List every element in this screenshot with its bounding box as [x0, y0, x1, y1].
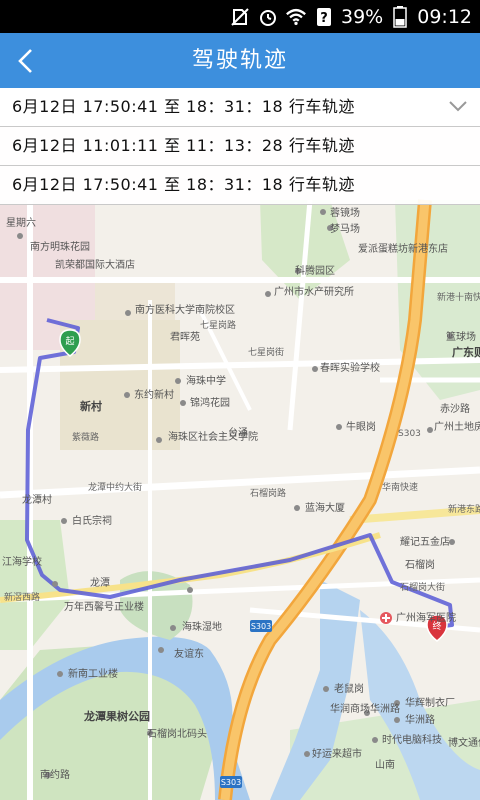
map-label: 台涌: [228, 426, 248, 439]
app-header: 驾驶轨迹: [0, 33, 480, 88]
no-sim-icon: [229, 6, 251, 28]
map-label: 爱派蛋糕坊新港东店: [358, 242, 448, 255]
battery-percent: 39%: [341, 5, 384, 28]
map-label: 广东则: [452, 345, 480, 359]
map-label: 龙潭中约大街: [88, 481, 142, 493]
map-label: 华辉制衣厂: [405, 696, 455, 709]
map-label: 石榴岗: [405, 558, 435, 571]
map-label: 梦马场: [330, 222, 360, 235]
map-label: 七星岗街: [248, 346, 284, 358]
map-label: 龙潭村: [22, 493, 52, 506]
map-label: 石榴岗路: [250, 487, 286, 499]
map-label: 龙潭果树公园: [83, 709, 150, 723]
map-label: 新村: [80, 399, 102, 413]
trip-label: 6月12日 17:50:41 至 18：31：18 行车轨迹: [12, 175, 355, 194]
map-label: 春晖实验学校: [320, 361, 380, 374]
map-label: 锦鸿花园: [190, 396, 230, 409]
map-label: 华洲路: [405, 713, 435, 726]
map-label: 海珠湿地: [182, 620, 222, 633]
map-label: 新滘西路: [4, 591, 40, 603]
trip-row[interactable]: 6月12日 17:50:41 至 18：31：18 行车轨迹: [0, 88, 480, 127]
map-label: 好运来超市: [312, 747, 362, 760]
wifi-icon: [285, 6, 307, 28]
map-label: 新南工业楼: [68, 667, 118, 680]
map-label: 凯荣都国际大酒店: [55, 258, 135, 271]
map-label: 南方明珠花园: [30, 240, 90, 253]
map-label: 时代电脑科技: [382, 733, 442, 746]
map-label: 新港东路: [448, 503, 480, 515]
map-label: 龙潭: [90, 576, 110, 589]
map-label: 新港十南快速: [437, 291, 480, 303]
map-label: 牛眼岗: [346, 420, 376, 433]
trip-label: 6月12日 11:01:11 至 11：13：28 行车轨迹: [12, 136, 355, 155]
map-label: 博文通信: [448, 736, 480, 749]
map-label: 蓉镜场: [330, 206, 360, 219]
page-title: 驾驶轨迹: [191, 48, 288, 73]
chevron-down-icon[interactable]: [446, 94, 470, 118]
alarm-icon: [257, 6, 279, 28]
map-label: 江海学校: [2, 555, 42, 568]
clock-time: 09:12: [417, 5, 472, 28]
map-label: 七星岗路: [200, 319, 236, 331]
trip-list: 6月12日 17:50:41 至 18：31：18 行车轨迹 6月12日 11:…: [0, 88, 480, 205]
status-icons: ? 39% 09:12: [229, 0, 472, 33]
status-bar: ? 39% 09:12: [0, 0, 480, 33]
svg-text:起: 起: [65, 336, 74, 347]
map-label: 广州市水产研究所: [274, 285, 354, 298]
map-label: 华润商场华洲路: [330, 702, 400, 715]
map-label: 蓝海大厦: [305, 501, 345, 514]
map-label: 紫薇路: [72, 431, 99, 443]
map-label: 君晖苑: [170, 330, 200, 343]
trip-row[interactable]: 6月12日 17:50:41 至 18：31：18 行车轨迹: [0, 166, 480, 205]
battery-icon: [389, 5, 411, 28]
signal-icon: ?: [313, 6, 335, 28]
svg-text:S303: S303: [221, 778, 241, 787]
map-label: 科腾园区: [295, 264, 335, 277]
map-label: 万年西馨号正业楼: [64, 600, 144, 613]
map-label: 耀记五金店: [400, 535, 450, 548]
trip-label: 6月12日 17:50:41 至 18：31：18 行车轨迹: [12, 97, 355, 116]
highway-shield: S303: [220, 776, 242, 788]
map-label: 山南: [375, 758, 395, 771]
map-label: 篮球场: [446, 330, 476, 343]
map-label: S303: [398, 429, 421, 439]
map-label: 华南快速: [382, 481, 418, 493]
map-label: 南约路: [40, 768, 70, 781]
map-label: 老鼠岗: [334, 682, 364, 695]
trip-row[interactable]: 6月12日 11:01:11 至 11：13：28 行车轨迹: [0, 127, 480, 166]
map-label: 石榴岗大街: [400, 581, 445, 593]
map-label: 赤沙路: [440, 402, 470, 415]
map-label: 星期六: [6, 217, 36, 229]
svg-text:S303: S303: [251, 622, 271, 631]
map-label: 友谊东: [174, 647, 204, 660]
map-label: 广州土地房产学校: [434, 420, 480, 433]
highway-shield: S303: [250, 620, 272, 632]
svg-text:?: ?: [320, 11, 328, 26]
map-label: 海珠中学: [186, 374, 226, 387]
map-label: 白氏宗祠: [72, 514, 112, 527]
map-label: 广州海军医院: [396, 611, 456, 624]
map-label: 南方医科大学南院校区: [135, 303, 235, 316]
hospital-icon: [380, 612, 392, 624]
map-label: 东约新村: [134, 388, 174, 401]
map-label: 石榴岗北码头: [147, 727, 207, 740]
